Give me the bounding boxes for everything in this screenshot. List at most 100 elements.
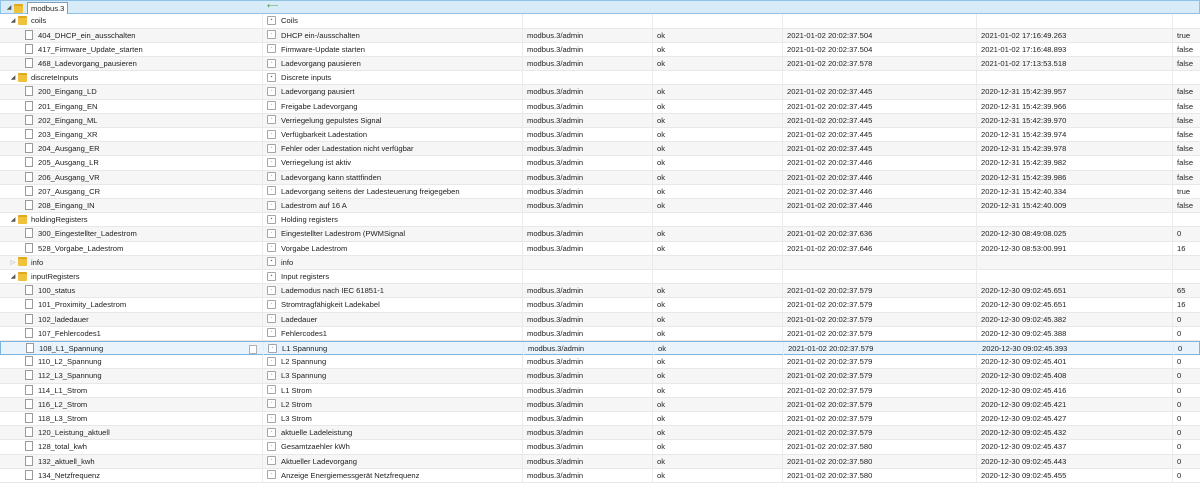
name-cell[interactable]: ◦ Ladedauer <box>262 312 522 327</box>
value-cell[interactable]: false <box>1172 170 1200 185</box>
name-cell[interactable]: ◦ Aktueller Ladevorgang <box>262 454 522 469</box>
id-cell[interactable]: 128_total_kwh <box>0 440 262 454</box>
name-cell[interactable]: ▪ Discrete inputs <box>262 71 522 86</box>
value-cell[interactable]: false <box>1172 99 1200 114</box>
value-cell[interactable]: 16 <box>1172 241 1200 256</box>
name-cell[interactable]: ◦ Vorgabe Ladestrom <box>262 241 522 256</box>
state-row[interactable]: 128_total_kwh ◦ Gesamtzaehler kWh modbus.3/… <box>0 440 1200 455</box>
id-cell[interactable]: 200_Eingang_LD <box>0 85 262 99</box>
name-cell[interactable]: ◦ L2 Spannung <box>262 355 522 370</box>
name-cell[interactable]: ◦ Fehler oder Ladestation nicht verfügbar <box>262 142 522 157</box>
name-cell[interactable]: ◦ Lademodus nach IEC 61851-1 <box>262 284 522 299</box>
id-cell[interactable]: 116_L2_Strom <box>0 398 262 412</box>
value-cell[interactable]: 0 <box>1172 383 1200 398</box>
collapse-arrow-icon[interactable]: ◢ <box>9 213 17 227</box>
drag-handle-icon[interactable]: ⟵ <box>267 1 278 10</box>
value-cell[interactable]: 0 <box>1172 355 1200 370</box>
state-row[interactable]: 205_Ausgang_LR ◦ Verriegelung ist aktiv mod… <box>0 156 1200 171</box>
value-cell[interactable]: false <box>1172 42 1200 57</box>
id-cell[interactable]: 112_L3_Spannung <box>0 369 262 383</box>
value-cell[interactable]: 0 <box>1173 342 1200 356</box>
id-cell[interactable]: 110_L2_Spannung <box>0 355 262 369</box>
state-row[interactable]: 108_L1_Spannung ◦ L1 Spannung modbus.3/admi… <box>0 341 1200 356</box>
value-cell[interactable]: 0 <box>1172 227 1200 242</box>
id-cell[interactable]: 118_L3_Strom <box>0 412 262 426</box>
name-cell[interactable]: ◦ L2 Strom <box>262 397 522 412</box>
copy-icon[interactable] <box>249 345 257 354</box>
state-row[interactable]: 200_Eingang_LD ◦ Ladevorgang pausiert modbu… <box>0 85 1200 100</box>
id-cell[interactable]: 102_ladedauer <box>0 313 262 327</box>
expand-arrow-icon[interactable]: ▷ <box>9 256 17 270</box>
name-cell[interactable]: ◦ DHCP ein-/ausschalten <box>262 28 522 43</box>
id-cell[interactable]: 207_Ausgang_CR <box>0 185 262 199</box>
value-cell[interactable]: 0 <box>1172 412 1200 426</box>
collapse-arrow-icon[interactable]: ◢ <box>9 14 17 28</box>
name-cell[interactable]: ◦ aktuelle Ladeleistung <box>262 426 522 441</box>
state-row[interactable]: 134_Netzfrequenz ◦ Anzeige Energiemessgerä… <box>0 468 1200 483</box>
value-cell[interactable]: true <box>1172 28 1200 43</box>
expand-arrow-icon[interactable]: ◢ <box>5 1 13 15</box>
name-cell[interactable]: ◦ Ladevorgang seitens der Ladesteuerung f… <box>262 184 522 199</box>
folder-row[interactable]: ◢ discreteInputs ▪ Discrete inputs <box>0 71 1200 86</box>
value-cell[interactable]: 16 <box>1172 298 1200 313</box>
state-row[interactable]: 107_Fehlercodes1 ◦ Fehlercodes1 modbus.3/ad… <box>0 326 1200 341</box>
id-cell[interactable]: 101_Proximity_Ladestrom <box>0 298 262 312</box>
state-row[interactable]: 300_Eingestellter_Ladestrom ◦ Eingestellte… <box>0 227 1200 242</box>
name-cell[interactable]: ▪ Coils <box>262 14 522 29</box>
name-cell[interactable]: ◦ Eingestellter Ladestrom (PWMSignal <box>262 227 522 242</box>
value-cell[interactable]: 0 <box>1172 326 1200 341</box>
state-row[interactable]: 100_status ◦ Lademodus nach IEC 61851-1 mod… <box>0 284 1200 299</box>
id-cell[interactable]: 201_Eingang_EN <box>0 100 262 114</box>
id-cell[interactable]: ◢ holdingRegisters <box>0 213 262 227</box>
name-cell[interactable]: ◦ Verriegelung ist aktiv <box>262 156 522 171</box>
value-cell[interactable] <box>1172 270 1200 284</box>
state-row[interactable]: 206_Ausgang_VR ◦ Ladevorgang kann stattfin… <box>0 170 1200 185</box>
name-cell[interactable]: ▪ Holding registers <box>262 213 522 228</box>
name-cell[interactable]: ◦ Ladevorgang pausieren <box>262 57 522 71</box>
id-cell[interactable]: 100_status <box>0 284 262 298</box>
value-cell[interactable]: false <box>1172 57 1200 71</box>
id-cell[interactable]: ◢ discreteInputs <box>0 71 262 85</box>
state-row[interactable]: 132_aktuell_kwh ◦ Aktueller Ladevorgang mod… <box>0 454 1200 469</box>
id-cell[interactable]: 108_L1_Spannung <box>1 342 263 356</box>
id-cell[interactable]: 404_DHCP_ein_ausschalten <box>0 29 262 43</box>
id-cell[interactable]: 528_Vorgabe_Ladestrom <box>0 242 262 256</box>
id-cell[interactable]: ◢ inputRegisters <box>0 270 262 284</box>
id-cell[interactable]: 300_Eingestellter_Ladestrom <box>0 227 262 241</box>
name-cell[interactable]: ◦ L3 Strom <box>262 412 522 426</box>
value-cell[interactable]: false <box>1172 199 1200 213</box>
value-cell[interactable] <box>1172 71 1200 86</box>
id-cell[interactable]: 208_Eingang_IN <box>0 199 262 213</box>
state-row[interactable]: 202_Eingang_ML ◦ Verriegelung gepulstes Si… <box>0 113 1200 128</box>
value-cell[interactable]: 0 <box>1172 369 1200 384</box>
state-row[interactable]: 118_L3_Strom ◦ L3 Strom modbus.3/admin ok 202… <box>0 412 1200 427</box>
state-row[interactable]: 114_L1_Strom ◦ L1 Strom modbus.3/admin ok 202… <box>0 383 1200 398</box>
value-cell[interactable]: 0 <box>1172 312 1200 327</box>
state-row[interactable]: 468_Ladevorgang_pausieren ◦ Ladevorgang pa… <box>0 57 1200 72</box>
value-cell[interactable] <box>1172 14 1200 29</box>
value-cell[interactable]: 0 <box>1172 468 1200 483</box>
state-row[interactable]: 528_Vorgabe_Ladestrom ◦ Vorgabe Ladestrom m… <box>0 241 1200 256</box>
folder-row[interactable]: ◢ coils ▪ Coils <box>0 14 1200 29</box>
state-row[interactable]: 203_Eingang_XR ◦ Verfügbarkeit Ladestation… <box>0 128 1200 143</box>
value-cell[interactable]: false <box>1172 85 1200 100</box>
state-row[interactable]: 110_L2_Spannung ◦ L2 Spannung modbus.3/admi… <box>0 355 1200 370</box>
id-cell[interactable]: 134_Netzfrequenz <box>0 469 262 483</box>
value-cell[interactable]: false <box>1172 128 1200 142</box>
name-cell[interactable]: ◦ Ladevorgang kann stattfinden <box>262 170 522 185</box>
state-row[interactable]: 208_Eingang_IN ◦ Ladestrom auf 16 A modbus.… <box>0 199 1200 214</box>
name-cell[interactable]: ◦ L1 Spannung <box>263 342 523 356</box>
value-cell[interactable]: 0 <box>1172 426 1200 441</box>
value-cell[interactable]: 0 <box>1172 440 1200 455</box>
id-cell[interactable]: 417_Firmware_Update_starten <box>0 43 262 57</box>
root-id-cell[interactable]: ◢ modbus.3 <box>1 1 263 15</box>
state-row[interactable]: 404_DHCP_ein_ausschalten ◦ DHCP ein-/aussc… <box>0 28 1200 43</box>
value-cell[interactable]: true <box>1172 184 1200 199</box>
id-cell[interactable]: ◢ coils <box>0 14 262 28</box>
id-cell[interactable]: 206_Ausgang_VR <box>0 171 262 185</box>
name-cell[interactable]: ◦ Firmware-Update starten <box>262 42 522 57</box>
id-cell[interactable]: 203_Eingang_XR <box>0 128 262 142</box>
value-cell[interactable]: false <box>1172 142 1200 157</box>
value-cell[interactable] <box>1172 255 1200 270</box>
id-cell[interactable]: 107_Fehlercodes1 <box>0 327 262 341</box>
